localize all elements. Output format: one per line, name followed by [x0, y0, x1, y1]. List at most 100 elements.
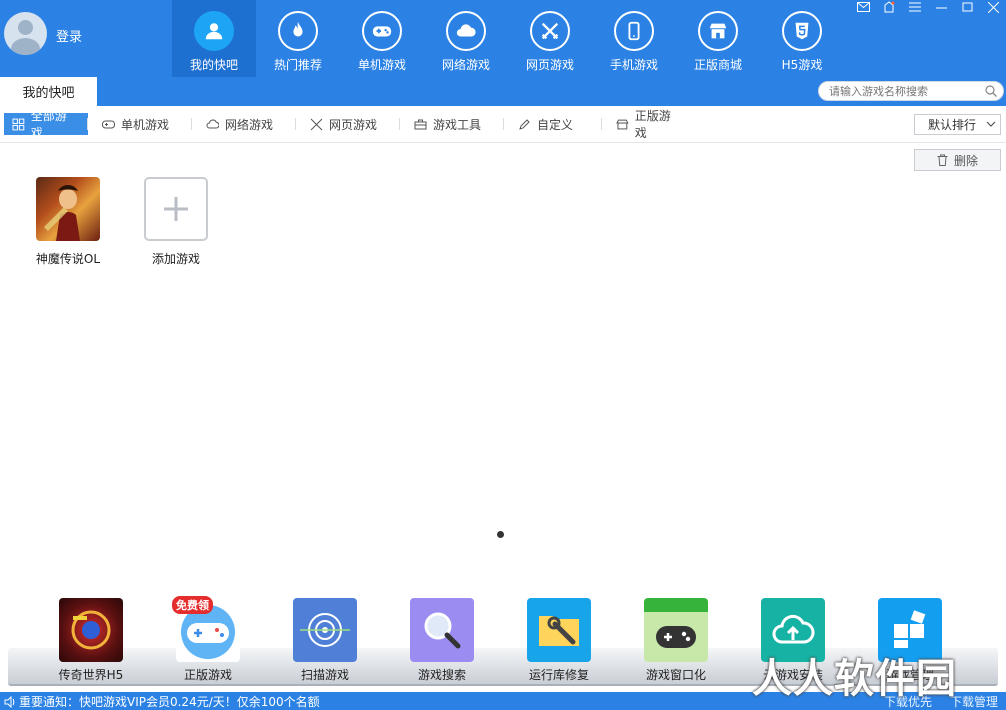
phone-icon [614, 11, 654, 51]
tool-scan-games[interactable]: 扫描游戏 [275, 598, 375, 683]
free-badge: 免费领 [172, 596, 213, 614]
minimize-icon[interactable] [932, 0, 950, 14]
category-filter-bar: 全部游戏 单机游戏 网络游戏 网页游戏 游戏工具 自定义 正版游戏 默认排行 [0, 106, 1006, 143]
filter-game-tools[interactable]: 游戏工具 [399, 113, 504, 135]
tool-name: 运行库修复 [528, 668, 589, 682]
nav-label: 热门推荐 [273, 58, 322, 72]
close-icon[interactable] [984, 0, 1002, 14]
store-icon [698, 11, 738, 51]
grid-icon [12, 118, 25, 130]
tool-game-search[interactable]: 游戏搜索 [392, 598, 492, 683]
skin-icon[interactable] [880, 0, 898, 14]
delete-button[interactable]: 删除 [914, 149, 1001, 171]
controller-icon [644, 598, 708, 662]
nav-mobile[interactable]: 手机游戏 [592, 0, 676, 77]
watermark-text: 人人软件园 [752, 656, 957, 702]
notice-text: 重要通知：快吧游戏VIP会员0.24元/天！仅余100个名额 [19, 695, 320, 709]
user-icon [194, 11, 234, 51]
wrench-folder-icon [527, 598, 591, 662]
radar-icon [293, 598, 357, 662]
nav-single[interactable]: 单机游戏 [340, 0, 424, 77]
nav-h5[interactable]: H5游戏 [760, 0, 844, 77]
filter-online-games[interactable]: 网络游戏 [191, 113, 296, 135]
pencil-icon [519, 118, 530, 130]
nav-label: 正版商城 [693, 58, 742, 72]
menu-icon[interactable] [906, 0, 924, 14]
tool-name: 传奇世界H5 [58, 668, 124, 682]
filter-label: 正版游戏 [634, 109, 671, 140]
tool-name: 游戏窗口化 [645, 668, 706, 682]
sort-dropdown[interactable]: 默认排行 [914, 114, 1001, 135]
speaker-icon [4, 695, 15, 708]
notice-link[interactable]: 重要通知：快吧游戏VIP会员0.24元/天！仅余100个名额 [4, 693, 320, 710]
nav-label: H5游戏 [781, 58, 823, 72]
cloud-icon [446, 11, 486, 51]
legend-world-logo-icon [59, 598, 123, 662]
tool-game-windowed[interactable]: 游戏窗口化 [626, 598, 726, 683]
tool-runtime-repair[interactable]: 运行库修复 [509, 598, 609, 683]
filter-label: 单机游戏 [121, 117, 170, 132]
gamepad-icon [362, 11, 402, 51]
trash-icon [937, 154, 948, 166]
filter-single-games[interactable]: 单机游戏 [87, 113, 192, 135]
maximize-icon[interactable] [958, 0, 976, 14]
search-box[interactable] [818, 81, 1004, 101]
add-game-tile[interactable]: 添加游戏 [136, 177, 216, 267]
tab-strip: 我的快吧 [0, 77, 1006, 106]
crossed-swords-icon [310, 118, 323, 130]
toolbox-icon [414, 119, 427, 129]
game-cover-image [36, 177, 100, 241]
game-name: 添加游戏 [151, 252, 200, 266]
store-icon [616, 119, 629, 129]
mail-icon[interactable] [854, 0, 872, 14]
tab-my-kuaiba[interactable]: 我的快吧 [0, 77, 97, 106]
tool-legend-world-h5[interactable]: 传奇世界H5 [41, 598, 141, 683]
tool-licensed-games[interactable]: 免费领 正版游戏 [158, 596, 258, 683]
delete-label: 删除 [953, 153, 978, 168]
download-manage-button[interactable]: 下载管理 [950, 693, 998, 710]
login-link[interactable]: 登录 [56, 26, 82, 45]
tool-name: 扫描游戏 [300, 668, 349, 682]
filter-label: 自定义 [537, 117, 574, 132]
sort-selected-value: 默认排行 [928, 118, 977, 132]
tool-name: 正版游戏 [183, 668, 232, 682]
search-icon[interactable] [985, 85, 997, 97]
nav-label: 网页游戏 [525, 58, 574, 72]
gamepad-icon: 免费领 [172, 596, 240, 662]
nav-web[interactable]: 网页游戏 [508, 0, 592, 77]
nav-label: 手机游戏 [609, 58, 658, 72]
filter-custom[interactable]: 自定义 [503, 113, 602, 135]
nav-label: 网络游戏 [441, 58, 490, 72]
filter-all-games[interactable]: 全部游戏 [4, 109, 88, 140]
nav-label: 我的快吧 [189, 58, 238, 72]
html5-icon [782, 11, 822, 51]
cloud-icon [206, 119, 219, 129]
filter-web-games[interactable]: 网页游戏 [295, 113, 400, 135]
nav-store[interactable]: 正版商城 [676, 0, 760, 77]
nav-online[interactable]: 网络游戏 [424, 0, 508, 77]
filter-label: 游戏工具 [433, 117, 482, 132]
chevron-down-icon [986, 121, 996, 127]
filter-label: 网页游戏 [329, 117, 378, 132]
game-name: 神魔传说OL [35, 252, 101, 266]
avatar[interactable] [4, 12, 47, 55]
tool-name: 游戏搜索 [417, 668, 466, 682]
crossed-swords-icon [530, 11, 570, 51]
gamepad-icon [102, 120, 115, 128]
page-indicator-dot[interactable] [497, 531, 504, 538]
main-nav: 我的快吧 热门推荐 单机游戏 网络游戏 网页游戏 手机游戏 正版商城 H5游戏 [172, 0, 844, 77]
fire-icon [278, 11, 318, 51]
window-controls [854, 0, 1002, 14]
game-tile[interactable]: 神魔传说OL [28, 177, 108, 267]
plus-icon [144, 177, 208, 241]
search-input[interactable] [829, 84, 979, 98]
nav-my-kuaiba[interactable]: 我的快吧 [172, 0, 256, 77]
nav-label: 单机游戏 [357, 58, 406, 72]
user-area[interactable]: 登录 [0, 0, 172, 77]
top-header: 登录 我的快吧 热门推荐 单机游戏 网络游戏 网页游戏 手机游戏 正版商城 H5… [0, 0, 1006, 77]
filter-licensed-games[interactable]: 正版游戏 [601, 109, 692, 140]
filter-label: 网络游戏 [225, 117, 274, 132]
magnifier-icon [410, 598, 474, 662]
nav-hot[interactable]: 热门推荐 [256, 0, 340, 77]
filter-label: 全部游戏 [30, 109, 67, 140]
